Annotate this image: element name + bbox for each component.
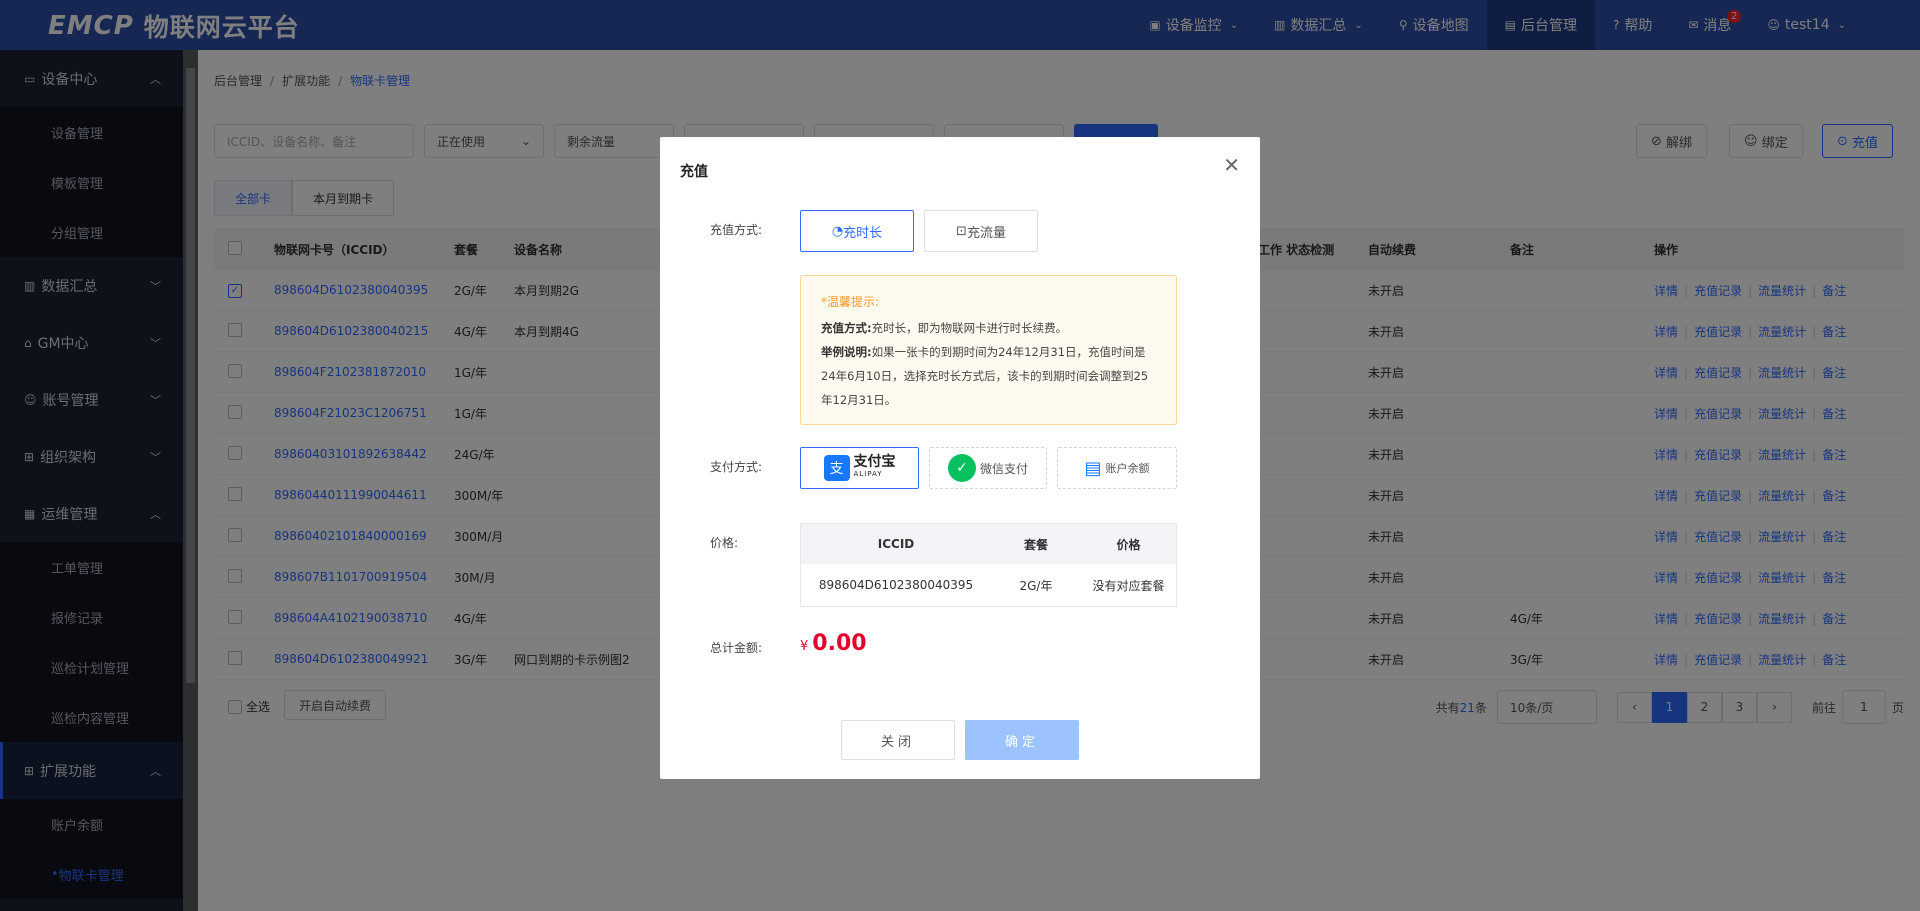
recharge-modal: 充值 ✕ 充值方式: ◔ 充时长 ⊡ 充流量 *温馨提示: 充值方式:充时长，即为物… — [660, 137, 1260, 779]
confirm-button[interactable]: 确定 — [965, 720, 1079, 760]
close-button[interactable]: 关闭 — [841, 720, 955, 760]
pay-wechat-button[interactable]: ✓ 微信支付 — [929, 447, 1047, 489]
modal-title: 充值 — [680, 164, 708, 180]
method-label: 充值方式: — [710, 223, 763, 237]
total-value: 0.00 — [812, 631, 867, 656]
alipay-icon: 支 — [823, 455, 850, 481]
tip-key: 举例说明: — [821, 345, 872, 359]
tip-box: *温馨提示: 充值方式:充时长，即为物联网卡进行时长续费。 举例说明:如果一张卡… — [800, 275, 1177, 425]
tip-text: 充时长，即为物联网卡进行时长续费。 — [871, 321, 1068, 335]
price-header-iccid: ICCID — [877, 537, 915, 551]
price-table: ICCID 套餐 价格 898604D6102380040395 2G/年 没有… — [800, 523, 1177, 607]
balance-label: 账户余额 — [1105, 462, 1150, 475]
total-label: 总计金额: — [710, 641, 763, 655]
tip-example: 举例说明:如果一张卡的到期时间为24年12月31日，充值时间是24年6月10日，… — [821, 340, 1156, 412]
clock-icon: ◔ — [831, 223, 844, 239]
pay-label: 支付方式: — [710, 460, 763, 474]
price-label: 价格: — [710, 536, 739, 550]
button-label: 关闭 — [880, 734, 915, 750]
alipay-brand: 支付宝 ALIPAY — [853, 454, 896, 480]
price-plan: 2G/年 — [1019, 578, 1053, 593]
alipay-label-en: ALIPAY — [853, 470, 883, 478]
wallet-icon: ▤ — [1084, 457, 1102, 479]
tip-title: *温馨提示: — [821, 295, 880, 309]
price-header-plan: 套餐 — [1023, 537, 1048, 552]
total-amount: ¥0.00 — [800, 631, 867, 656]
currency-symbol: ¥ — [800, 639, 809, 654]
price-iccid: 898604D6102380040395 — [818, 578, 974, 592]
box-icon: ⊡ — [956, 223, 967, 239]
price-value: 没有对应套餐 — [1092, 578, 1165, 593]
wechat-label: 微信支付 — [979, 461, 1028, 476]
price-header-price: 价格 — [1116, 537, 1141, 552]
price-table-header: ICCID 套餐 价格 — [801, 524, 1176, 564]
method-duration-button[interactable]: ◔ 充时长 — [800, 210, 914, 252]
wechat-pay-icon: ✓ — [947, 454, 976, 482]
button-label: 充时长 — [843, 225, 883, 241]
button-label: 确定 — [1004, 734, 1039, 750]
close-icon[interactable]: ✕ — [1223, 153, 1240, 177]
tip-method: 充值方式:充时长，即为物联网卡进行时长续费。 — [821, 316, 1156, 340]
method-flow-button[interactable]: ⊡ 充流量 — [924, 210, 1038, 252]
tip-key: 充值方式: — [821, 321, 872, 335]
pay-balance-button[interactable]: ▤ 账户余额 — [1057, 447, 1177, 489]
button-label: 充流量 — [966, 225, 1006, 241]
pay-alipay-button[interactable]: 支 支付宝 ALIPAY — [800, 447, 919, 489]
price-table-row: 898604D6102380040395 2G/年 没有对应套餐 — [801, 564, 1176, 606]
alipay-label: 支付宝 — [853, 454, 896, 470]
